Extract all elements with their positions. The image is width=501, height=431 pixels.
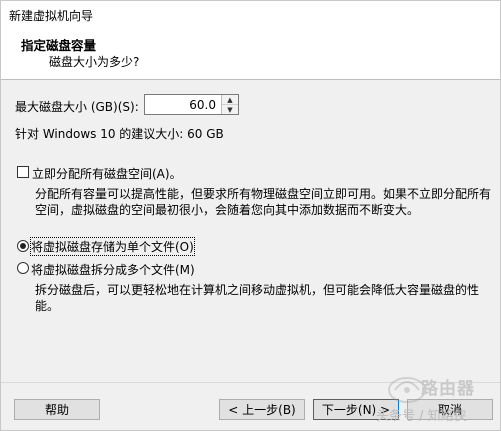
- disk-size-spinner[interactable]: 60.0 ▲ ▼: [144, 94, 239, 115]
- page-subtitle: 磁盘大小为多少?: [49, 55, 140, 69]
- wizard-content: 最大磁盘大小 (GB)(S): 60.0 ▲ ▼ 针对 Windows 10 的…: [1, 80, 500, 380]
- single-file-radio[interactable]: [17, 240, 29, 252]
- wizard-header: 指定磁盘容量 磁盘大小为多少?: [1, 27, 500, 80]
- allocate-description-line1: 分配所有容量可以提高性能，但要求所有物理磁盘空间立即可用。如果不立即分配所有: [35, 187, 492, 201]
- spinner-down-icon[interactable]: ▼: [222, 105, 238, 114]
- allocate-now-checkbox[interactable]: [17, 166, 29, 178]
- single-file-label[interactable]: 将虚拟磁盘存储为单个文件(O): [30, 237, 195, 256]
- split-description-line1: 拆分磁盘后，可以更轻松地在计算机之间移动虚拟机，但可能会降低大容量磁盘的性: [35, 283, 480, 297]
- watermark-brand: 路由器: [421, 379, 475, 399]
- split-files-radio[interactable]: [17, 262, 29, 274]
- split-description-line2: 能。: [35, 299, 60, 313]
- disk-size-label: 最大磁盘大小 (GB)(S):: [15, 100, 139, 114]
- recommended-size: 针对 Windows 10 的建议大小: 60 GB: [15, 127, 224, 141]
- title-bar[interactable]: 新建虚拟机向导: [1, 1, 500, 27]
- allocate-now-label[interactable]: 立即分配所有磁盘空间(A)。: [32, 165, 182, 182]
- watermark-text: 头条号 / 知路侠: [376, 409, 467, 424]
- disk-size-value[interactable]: 60.0: [189, 98, 216, 112]
- page-title: 指定磁盘容量: [21, 38, 97, 53]
- help-button[interactable]: 帮助: [14, 399, 100, 420]
- allocate-description-line2: 空间，虚拟磁盘的空间最初很小，会随着您向其中添加数据而不断变大。: [35, 203, 420, 217]
- split-files-label[interactable]: 将虚拟磁盘拆分成多个文件(M): [31, 261, 195, 278]
- back-button[interactable]: < 上一步(B): [219, 399, 305, 420]
- spinner-up-icon[interactable]: ▲: [222, 95, 238, 105]
- wizard-window: 新建虚拟机向导 指定磁盘容量 磁盘大小为多少? 最大磁盘大小 (GB)(S): …: [0, 0, 501, 431]
- spinner-buttons: ▲ ▼: [221, 95, 238, 114]
- window-title: 新建虚拟机向导: [9, 9, 94, 23]
